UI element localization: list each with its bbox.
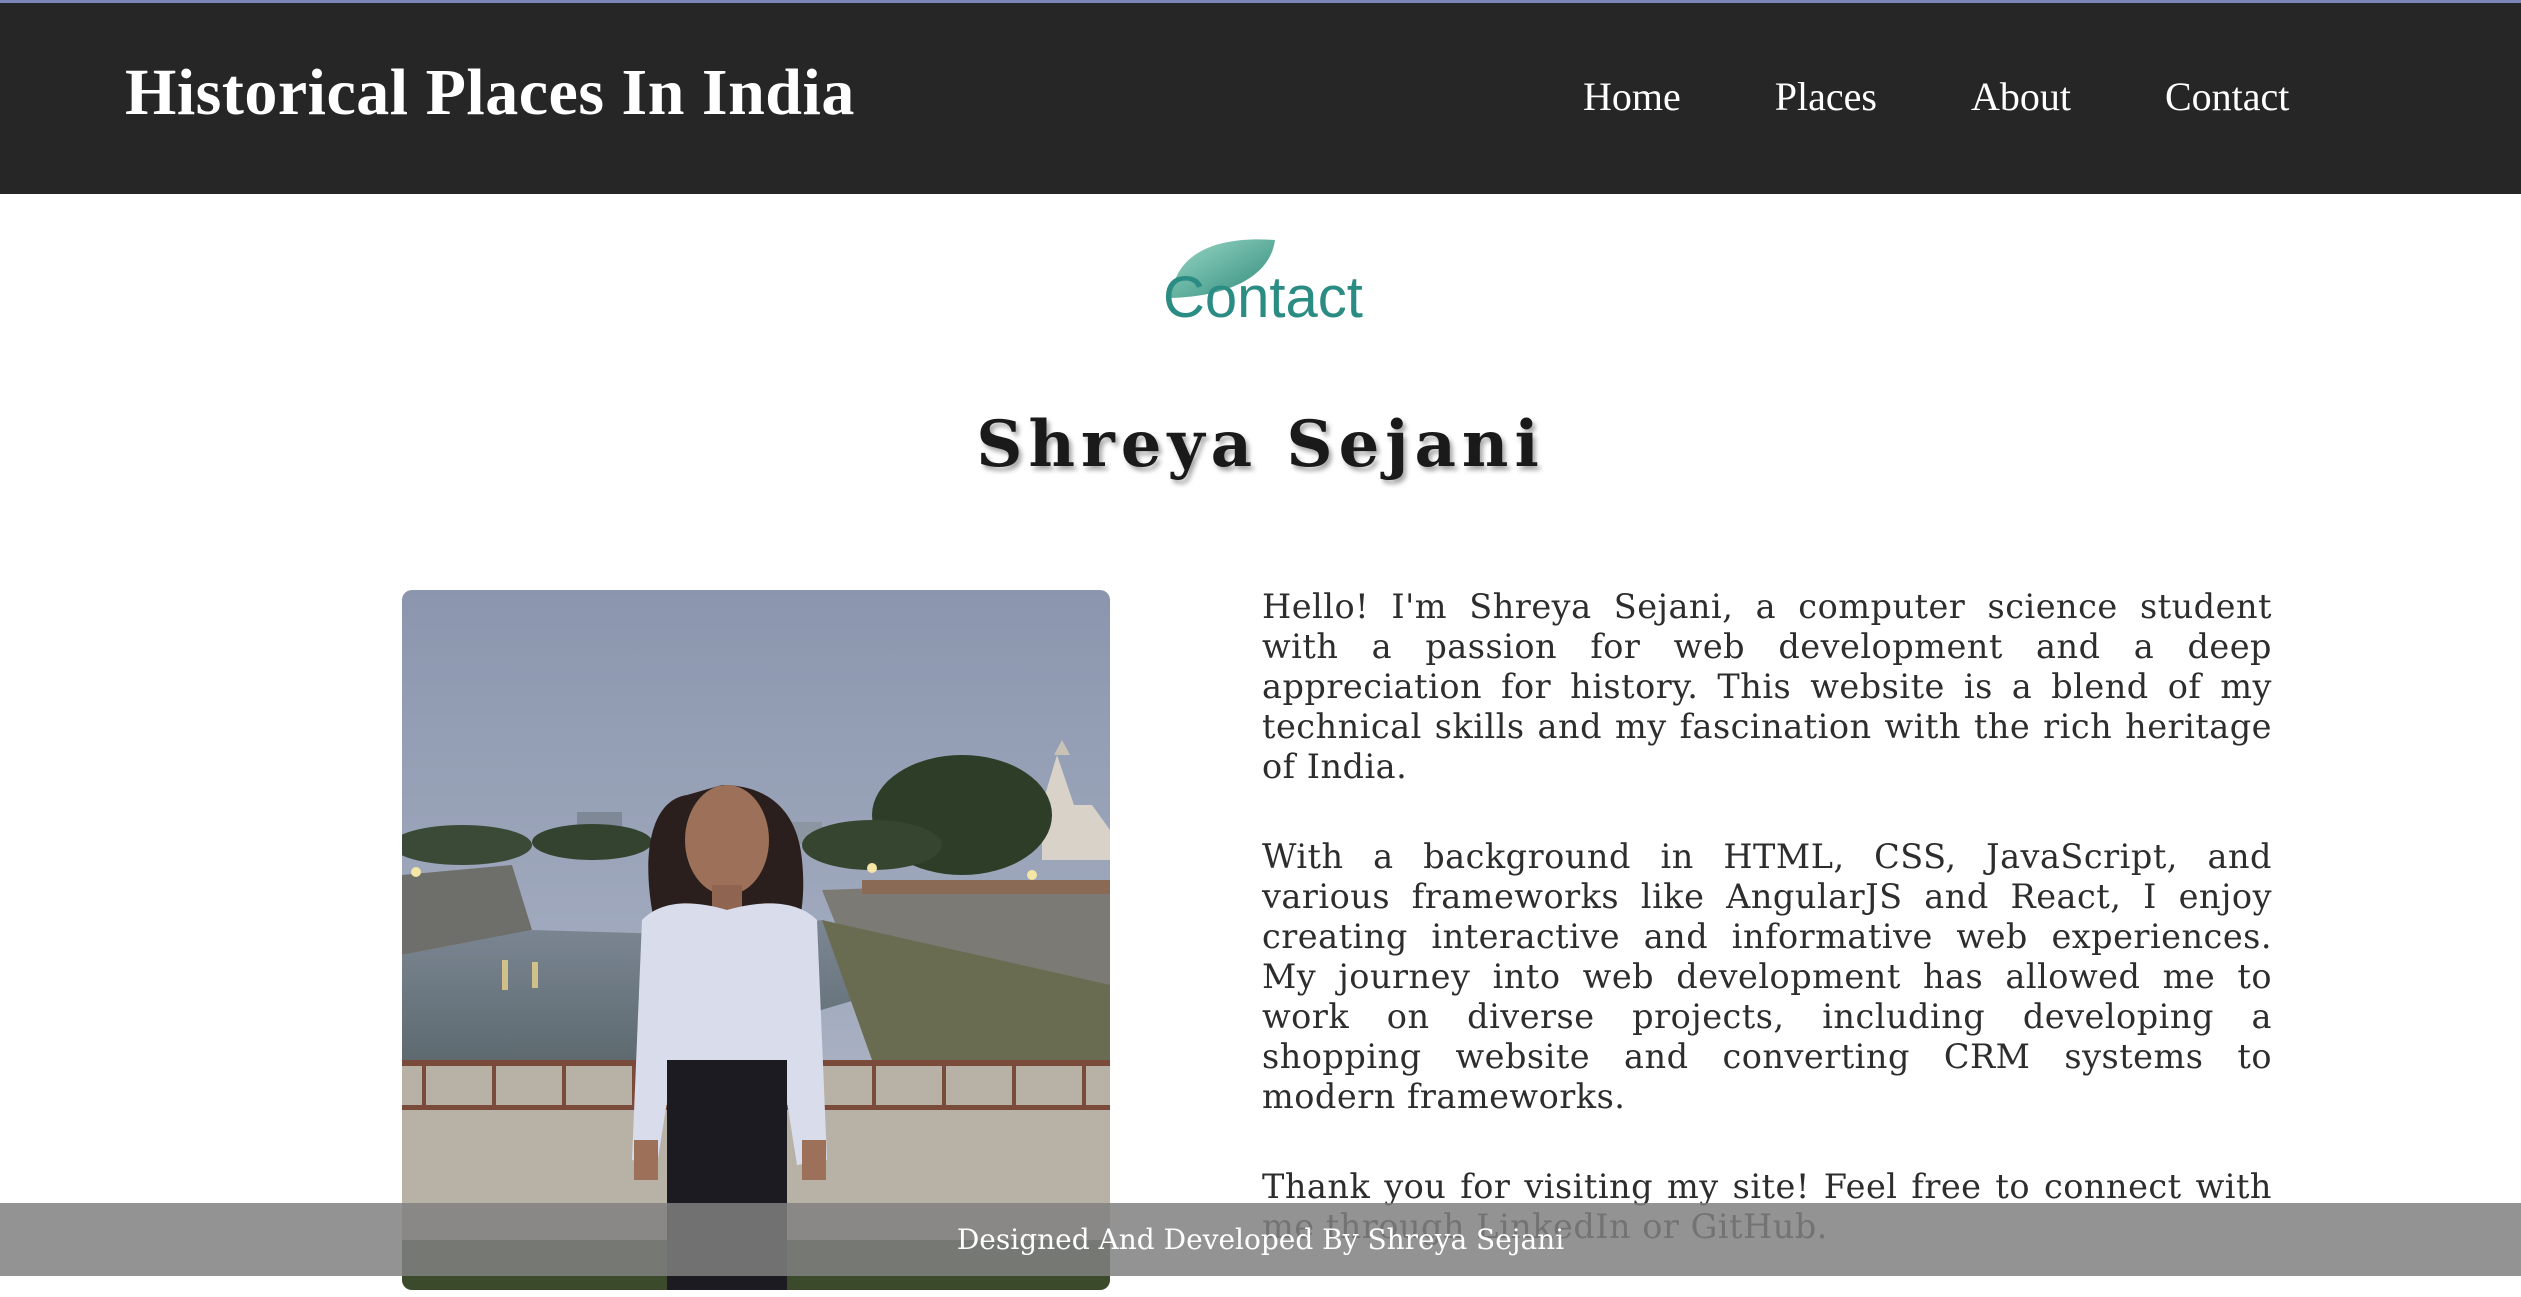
bio-paragraph-intro: Hello! I'm Shreya Sejani, a computer sci… bbox=[1262, 587, 2272, 786]
profile-name: Shreya Sejani bbox=[976, 406, 1545, 482]
nav-links: Home Places About Contact bbox=[1583, 73, 2289, 120]
nav-link-about[interactable]: About bbox=[1971, 73, 2071, 120]
footer: Designed And Developed By Shreya Sejani bbox=[0, 1203, 2521, 1276]
profile-photo bbox=[402, 590, 1110, 1290]
nav-link-contact[interactable]: Contact bbox=[2165, 73, 2289, 120]
nav-link-places[interactable]: Places bbox=[1775, 73, 1877, 120]
navbar: Historical Places In India Home Places A… bbox=[0, 3, 2521, 194]
bio-paragraph-skills: With a background in HTML, CSS, JavaScri… bbox=[1262, 837, 2272, 1116]
bio-text: Hello! I'm Shreya Sejani, a computer sci… bbox=[1262, 587, 2272, 1297]
profile-photo-illustration bbox=[402, 590, 1110, 1290]
site-brand[interactable]: Historical Places In India bbox=[125, 55, 855, 131]
contact-heading-text: Contact bbox=[1163, 265, 1363, 330]
contact-section-heading: Contact bbox=[1163, 228, 1363, 330]
nav-link-home[interactable]: Home bbox=[1583, 73, 1681, 120]
